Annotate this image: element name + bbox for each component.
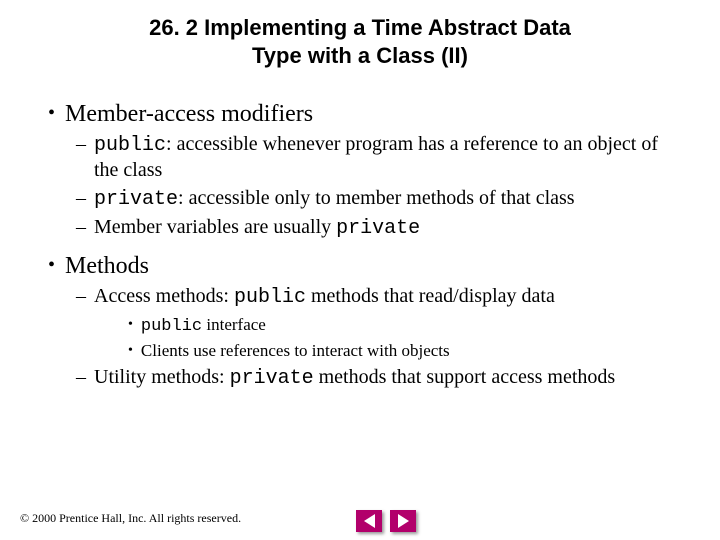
dash-icon: – <box>76 365 86 391</box>
list-item: Member variables are usually private <box>94 215 420 241</box>
bullet-icon: • <box>48 101 55 128</box>
dash-icon: – <box>76 215 86 241</box>
list-item: Clients use references to interact with … <box>141 340 450 362</box>
code-keyword: private <box>94 188 178 211</box>
list-item: Utility methods: private methods that su… <box>94 365 615 391</box>
bullet-icon: • <box>128 316 133 338</box>
code-keyword: private <box>230 367 314 390</box>
code-keyword: public <box>141 317 202 336</box>
arrow-left-icon <box>364 514 375 528</box>
bullet-icon: • <box>48 253 55 280</box>
arrow-right-icon <box>398 514 409 528</box>
title-line-2: Type with a Class (II) <box>252 43 468 68</box>
list-item: Access methods: public methods that read… <box>94 284 555 310</box>
section-heading: Methods <box>65 253 149 280</box>
prev-button[interactable] <box>356 510 382 532</box>
list-item: public: accessible whenever program has … <box>94 132 680 183</box>
bullet-icon: • <box>128 342 133 362</box>
code-keyword: public <box>234 286 306 309</box>
title-line-1: 26. 2 Implementing a Time Abstract Data <box>149 15 571 40</box>
dash-icon: – <box>76 284 86 310</box>
list-item: private: accessible only to member metho… <box>94 186 575 212</box>
next-button[interactable] <box>390 510 416 532</box>
copyright-footer: © 2000 Prentice Hall, Inc. All rights re… <box>20 511 241 526</box>
nav-buttons <box>356 510 416 532</box>
code-keyword: private <box>336 217 420 240</box>
section-heading: Member-access modifiers <box>65 101 313 128</box>
dash-icon: – <box>76 186 86 212</box>
slide-title: 26. 2 Implementing a Time Abstract Data … <box>0 0 720 69</box>
slide-content: • Member-access modifiers – public: acce… <box>0 69 720 391</box>
list-item: public interface <box>141 314 266 338</box>
code-keyword: public <box>94 134 166 157</box>
dash-icon: – <box>76 132 86 183</box>
